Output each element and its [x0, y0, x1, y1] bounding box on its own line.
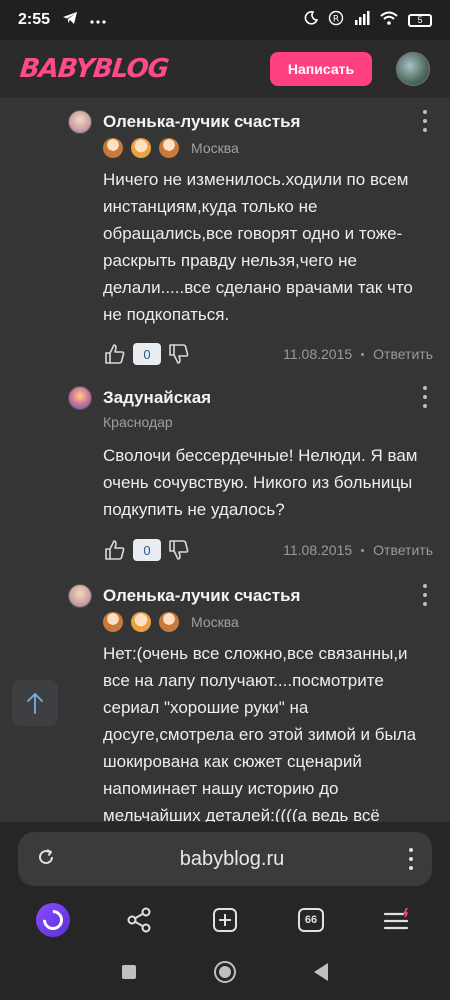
comment-avatar[interactable]	[68, 386, 92, 410]
comment-text: Нет:(очень все сложно,все связанны,и все…	[103, 644, 417, 822]
comment-date: 11.08.2015	[283, 346, 353, 362]
more-vertical-icon[interactable]	[422, 584, 428, 606]
more-vertical-icon[interactable]	[422, 386, 428, 408]
comment-avatar[interactable]	[68, 110, 92, 134]
site-header: BABYBLOG Написать	[0, 40, 450, 98]
new-tab-button[interactable]	[205, 900, 245, 940]
kid-girl-icon	[159, 612, 179, 632]
comment-author[interactable]: Задунайская	[103, 388, 211, 408]
thumb-down-icon[interactable]	[167, 538, 191, 562]
comment-author[interactable]: Оленька-лучик счастья	[103, 586, 300, 606]
separator-dot	[361, 548, 365, 552]
arrow-up-icon	[27, 693, 43, 714]
signal-icon	[354, 10, 370, 30]
screen: 2:55 R 5 BABYBLOG Написать Оленька-лучик…	[0, 0, 450, 1000]
comment: Оленька-лучик счастья Москва Ничего не и…	[68, 98, 438, 374]
tabs-count: 66	[298, 908, 324, 932]
babyblog-logo[interactable]: BABYBLOG	[18, 54, 169, 84]
tabs-button[interactable]: 66	[291, 900, 331, 940]
share-icon	[127, 907, 151, 933]
alice-icon	[36, 903, 70, 937]
battery-icon: 5	[408, 13, 432, 27]
svg-text:R: R	[333, 14, 339, 24]
comment-meta: Краснодар	[103, 414, 173, 430]
moon-icon	[304, 10, 319, 30]
likes-count: 0	[133, 343, 161, 365]
menu-icon	[383, 908, 409, 930]
comment: Задунайская Краснодар Сволочи бессердечн…	[68, 374, 438, 570]
comment-text: Ничего не изменилось.ходили по всем инст…	[103, 170, 413, 324]
reload-icon[interactable]	[36, 847, 56, 872]
comment-actions: 0 11.08.2015 Ответить	[103, 537, 433, 563]
system-navigation-bar	[0, 944, 450, 1000]
registered-icon: R	[328, 10, 344, 31]
more-dots-icon	[90, 11, 106, 29]
recents-button[interactable]	[122, 965, 136, 979]
browser-toolbar: 66	[0, 896, 450, 944]
kid-boy-icon	[131, 138, 151, 158]
kid-girl-icon	[103, 612, 123, 632]
comment-date: 11.08.2015	[283, 542, 353, 558]
status-bar: 2:55 R 5	[0, 0, 450, 40]
thumb-down-icon[interactable]	[167, 342, 191, 366]
kid-boy-icon	[131, 612, 151, 632]
url-box[interactable]: babyblog.ru	[18, 832, 432, 886]
write-button[interactable]: Написать	[270, 52, 372, 86]
menu-button[interactable]	[377, 900, 417, 940]
status-left-icons	[62, 11, 106, 30]
comment-author[interactable]: Оленька-лучик счастья	[103, 112, 300, 132]
comments-feed: Оленька-лучик счастья Москва Ничего не и…	[0, 98, 450, 822]
thumb-up-icon[interactable]	[103, 342, 127, 366]
status-right-icons: R 5	[304, 10, 432, 31]
comment-avatar[interactable]	[68, 584, 92, 608]
alice-assistant-button[interactable]	[33, 900, 73, 940]
comment-city: Краснодар	[103, 414, 173, 430]
share-button[interactable]	[119, 900, 159, 940]
status-time: 2:55	[18, 11, 51, 28]
separator-dot	[361, 352, 365, 356]
browser-menu-icon[interactable]	[408, 848, 414, 870]
comment-city: Москва	[191, 614, 239, 630]
reply-link[interactable]: Ответить	[373, 346, 433, 362]
comment-meta: Москва	[103, 138, 239, 158]
telegram-icon	[62, 11, 78, 30]
comment-actions: 0 11.08.2015 Ответить	[103, 341, 433, 367]
comment-meta: Москва	[103, 612, 239, 632]
scroll-to-top-button[interactable]	[12, 680, 58, 726]
back-button[interactable]	[314, 963, 328, 981]
comment-text: Сволочи бессердечные! Нелюди. Я вам очен…	[103, 446, 418, 519]
user-avatar[interactable]	[396, 52, 430, 86]
more-vertical-icon[interactable]	[422, 110, 428, 132]
kid-girl-icon	[159, 138, 179, 158]
reply-link[interactable]: Ответить	[373, 542, 433, 558]
comment-city: Москва	[191, 140, 239, 156]
plus-square-icon	[213, 908, 237, 932]
home-button[interactable]	[214, 961, 236, 983]
url-text[interactable]: babyblog.ru	[56, 848, 408, 871]
browser-address-bar: babyblog.ru	[0, 822, 450, 896]
thumb-up-icon[interactable]	[103, 538, 127, 562]
wifi-icon	[380, 11, 398, 30]
comment: Оленька-лучик счастья Москва Нет:(очень …	[68, 572, 438, 822]
likes-count: 0	[133, 539, 161, 561]
kid-girl-icon	[103, 138, 123, 158]
